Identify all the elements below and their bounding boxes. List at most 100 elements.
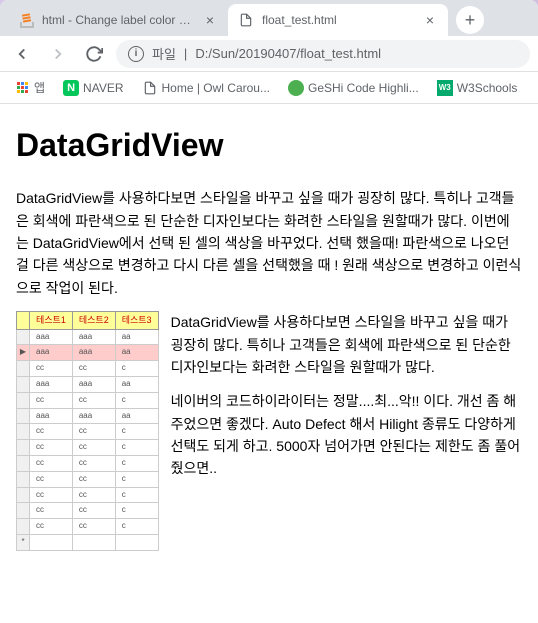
table-cell[interactable]: aaa	[72, 345, 115, 361]
float-text: DataGridView를 사용하다보면 스타일을 바꾸고 싶을 때가 굉장히 …	[171, 311, 522, 551]
row-header[interactable]	[17, 440, 30, 456]
table-cell[interactable]: aaa	[30, 345, 73, 361]
table-cell[interactable]: cc	[72, 503, 115, 519]
table-row[interactable]: ccccc	[17, 455, 159, 471]
table-cell[interactable]: aaa	[72, 408, 115, 424]
table-header[interactable]: 테스트3	[115, 312, 158, 329]
tab-inactive[interactable]: html - Change label color from ×	[8, 4, 228, 36]
row-header[interactable]	[17, 392, 30, 408]
row-header[interactable]	[17, 376, 30, 392]
table-cell[interactable]: cc	[72, 455, 115, 471]
table-row[interactable]: ccccc	[17, 361, 159, 377]
table-cell[interactable]: cc	[30, 471, 73, 487]
table-cell[interactable]: c	[115, 361, 158, 377]
bookmark-apps[interactable]: 앱	[8, 75, 51, 100]
table-cell[interactable]: cc	[72, 471, 115, 487]
table-cell[interactable]	[30, 534, 73, 550]
table-cell[interactable]: cc	[30, 455, 73, 471]
table-cell[interactable]: cc	[30, 440, 73, 456]
table-cell[interactable]: c	[115, 503, 158, 519]
table-row[interactable]: ccccc	[17, 392, 159, 408]
data-grid-table: 테스트1 테스트2 테스트3 aaaaaaaa▶aaaaaaaacccccaaa…	[16, 311, 159, 551]
table-row[interactable]: ccccc	[17, 424, 159, 440]
paragraph-3: 네이버의 코드하이라이터는 정말....최...악!! 이다. 개선 좀 해주었…	[171, 390, 522, 480]
table-cell[interactable]: aaa	[30, 329, 73, 345]
table-cell[interactable]: c	[115, 455, 158, 471]
table-cell[interactable]: cc	[30, 392, 73, 408]
file-icon	[238, 12, 254, 28]
table-row[interactable]: ccccc	[17, 519, 159, 535]
table-cell[interactable]: cc	[30, 424, 73, 440]
forward-button[interactable]	[44, 40, 72, 68]
bookmark-geshi[interactable]: GeSHi Code Highli...	[282, 76, 425, 100]
table-cell[interactable]: c	[115, 392, 158, 408]
table-header[interactable]: 테스트1	[30, 312, 73, 329]
row-header[interactable]	[17, 471, 30, 487]
row-header[interactable]	[17, 329, 30, 345]
browser-window: html - Change label color from × float_t…	[0, 0, 538, 623]
table-cell[interactable]: cc	[72, 519, 115, 535]
table-cell[interactable]	[115, 534, 158, 550]
close-icon[interactable]: ×	[202, 12, 218, 28]
tab-bar: html - Change label color from × float_t…	[0, 0, 538, 36]
table-row[interactable]: ccccc	[17, 471, 159, 487]
table-cell[interactable]: cc	[72, 487, 115, 503]
row-header[interactable]	[17, 455, 30, 471]
table-cell[interactable]: cc	[30, 519, 73, 535]
table-cell[interactable]: aa	[115, 408, 158, 424]
row-header[interactable]	[17, 519, 30, 535]
table-cell[interactable]: aaa	[30, 408, 73, 424]
stackoverflow-icon	[18, 12, 34, 28]
bookmark-w3[interactable]: W3 W3Schools	[431, 76, 524, 100]
table-cell[interactable]: cc	[72, 424, 115, 440]
table-row[interactable]: ccccc	[17, 487, 159, 503]
address-path: D:/Sun/20190407/float_test.html	[195, 46, 381, 61]
bookmark-label: GeSHi Code Highli...	[308, 81, 419, 95]
row-header[interactable]	[17, 503, 30, 519]
table-cell[interactable]: cc	[30, 503, 73, 519]
table-row[interactable]: aaaaaaaa	[17, 329, 159, 345]
table-cell[interactable]: aa	[115, 329, 158, 345]
table-cell[interactable]: aaa	[72, 376, 115, 392]
reload-button[interactable]	[80, 40, 108, 68]
row-header[interactable]	[17, 361, 30, 377]
table-row[interactable]: ▶aaaaaaaa	[17, 345, 159, 361]
table-header[interactable]: 테스트2	[72, 312, 115, 329]
table-cell[interactable]: aa	[115, 376, 158, 392]
row-header[interactable]	[17, 408, 30, 424]
address-bar[interactable]: i 파일 | D:/Sun/20190407/float_test.html	[116, 40, 530, 68]
row-header[interactable]	[17, 487, 30, 503]
table-row-new[interactable]: *	[17, 534, 159, 550]
table-cell[interactable]: cc	[72, 392, 115, 408]
table-cell[interactable]: c	[115, 440, 158, 456]
table-cell[interactable]: c	[115, 487, 158, 503]
toolbar: i 파일 | D:/Sun/20190407/float_test.html	[0, 36, 538, 72]
page-content: DataGridView DataGridView를 사용하다보면 스타일을 바…	[0, 104, 538, 623]
table-row[interactable]: aaaaaaaa	[17, 376, 159, 392]
close-icon[interactable]: ×	[422, 12, 438, 28]
bookmark-owl[interactable]: Home | Owl Carou...	[136, 76, 276, 100]
table-cell[interactable]: aa	[115, 345, 158, 361]
table-cell[interactable]: cc	[72, 361, 115, 377]
table-cell[interactable]: c	[115, 424, 158, 440]
table-row[interactable]: ccccc	[17, 440, 159, 456]
table-row[interactable]: aaaaaaaa	[17, 408, 159, 424]
bookmark-naver[interactable]: N NAVER	[57, 76, 129, 100]
table-cell[interactable]: c	[115, 519, 158, 535]
row-header[interactable]: ▶	[17, 345, 30, 361]
table-cell[interactable]: c	[115, 471, 158, 487]
table-cell[interactable]: aaa	[30, 376, 73, 392]
row-header-new[interactable]: *	[17, 534, 30, 550]
table-cell[interactable]: cc	[30, 487, 73, 503]
apps-icon	[14, 80, 30, 96]
table-cell[interactable]: cc	[30, 361, 73, 377]
back-button[interactable]	[8, 40, 36, 68]
table-cell[interactable]: aaa	[72, 329, 115, 345]
new-tab-button[interactable]: +	[456, 6, 484, 34]
info-icon[interactable]: i	[128, 46, 144, 62]
table-row[interactable]: ccccc	[17, 503, 159, 519]
table-cell[interactable]	[72, 534, 115, 550]
table-cell[interactable]: cc	[72, 440, 115, 456]
tab-active[interactable]: float_test.html ×	[228, 4, 448, 36]
row-header[interactable]	[17, 424, 30, 440]
